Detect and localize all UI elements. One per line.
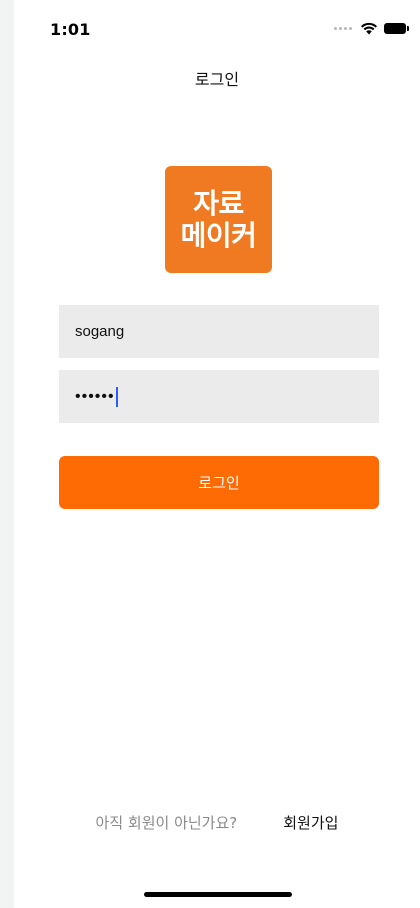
login-screen: 1:01 로그인 자료 메이커 •••••• 로그인 아직 회원이 아닌가요? … <box>14 0 420 908</box>
battery-icon <box>384 23 409 34</box>
username-input[interactable] <box>59 305 379 358</box>
signup-footer: 아직 회원이 아닌가요? 회원가입 <box>14 812 420 833</box>
status-icons <box>334 22 409 35</box>
signup-link[interactable]: 회원가입 <box>283 812 338 833</box>
page-title: 로그인 <box>194 70 240 89</box>
login-button[interactable]: 로그인 <box>59 456 379 509</box>
signal-dots-icon <box>334 27 352 30</box>
password-masked-value: •••••• <box>75 387 115 405</box>
app-logo: 자료 메이커 <box>165 166 272 273</box>
signup-prompt: 아직 회원이 아닌가요? <box>95 814 238 832</box>
wifi-icon <box>361 22 377 35</box>
logo-text-line1: 자료 <box>193 186 244 220</box>
password-input[interactable]: •••••• <box>59 370 379 423</box>
logo-text-line2: 메이커 <box>180 218 257 252</box>
home-indicator[interactable] <box>144 892 292 897</box>
status-time: 1:01 <box>50 20 91 39</box>
text-cursor <box>115 386 118 407</box>
